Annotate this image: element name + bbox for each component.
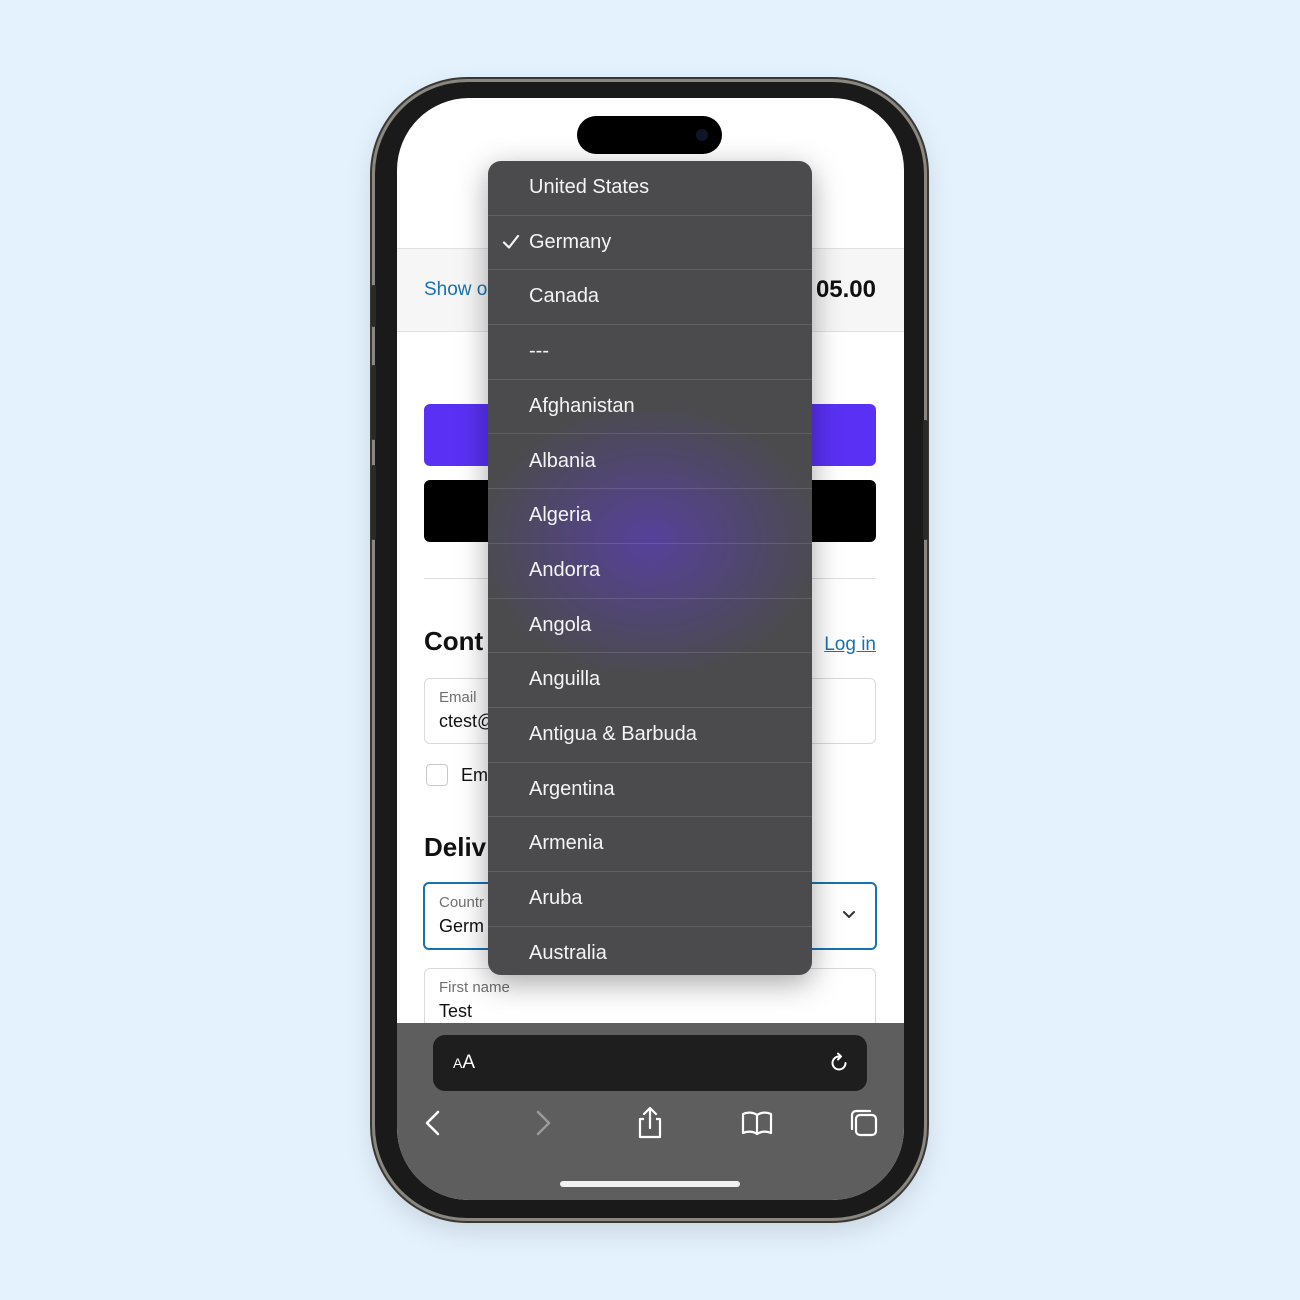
address-bar[interactable]: AA xyxy=(433,1035,867,1091)
picker-option-label: Afghanistan xyxy=(529,394,635,417)
picker-option-label: Antigua & Barbuda xyxy=(529,723,697,745)
picker-option[interactable]: United States xyxy=(488,161,812,216)
picker-option[interactable]: Aruba xyxy=(488,872,812,927)
picker-option-label: Germany xyxy=(529,230,612,253)
picker-option[interactable]: Algeria xyxy=(488,489,812,544)
show-order-summary-link[interactable]: Show o xyxy=(424,279,487,301)
reader-options-button[interactable]: AA xyxy=(453,1052,475,1074)
back-icon[interactable] xyxy=(417,1106,451,1140)
picker-option[interactable]: --- xyxy=(488,325,812,380)
picker-option-label: Australia xyxy=(529,941,607,964)
tabs-icon[interactable] xyxy=(847,1106,881,1140)
picker-option-label: Angola xyxy=(529,613,592,636)
contact-heading: Cont xyxy=(424,626,484,656)
picker-option-label: Andorra xyxy=(529,558,601,581)
newsletter-checkbox[interactable] xyxy=(426,764,448,786)
picker-option[interactable]: Albania xyxy=(488,435,812,490)
picker-option[interactable]: Canada xyxy=(488,270,812,326)
picker-option-label: Armenia xyxy=(529,832,604,855)
picker-option-label: Canada xyxy=(529,285,600,308)
country-label: Countr xyxy=(439,894,485,911)
picker-option[interactable]: Germany xyxy=(488,216,812,271)
aa-large: A xyxy=(462,1052,476,1073)
action-button xyxy=(371,285,376,327)
reload-icon[interactable] xyxy=(827,1051,851,1075)
picker-option-label: United States xyxy=(529,176,650,198)
picker-option[interactable]: Australia xyxy=(488,927,812,975)
bookmarks-icon[interactable] xyxy=(740,1106,774,1140)
country-picker-menu[interactable]: United States Germany Canada --- Afghanistan… xyxy=(488,161,812,975)
picker-option[interactable]: Anguilla xyxy=(488,653,812,708)
country-value: Germ xyxy=(439,916,484,936)
browser-toolbar: AA xyxy=(397,1023,904,1200)
first-name-value: Test xyxy=(439,1001,473,1021)
email-label: Email xyxy=(439,689,477,706)
aa-small: A xyxy=(453,1055,463,1071)
camera-icon xyxy=(696,129,708,141)
picker-option[interactable]: Angola xyxy=(488,599,812,654)
first-name-label: First name xyxy=(439,979,510,996)
share-icon[interactable] xyxy=(633,1106,667,1140)
chevron-down-icon xyxy=(843,911,855,918)
picker-option-label: Albania xyxy=(529,449,596,472)
order-total: 05.00 xyxy=(815,276,876,303)
picker-option-label: Anguilla xyxy=(529,668,601,691)
login-link[interactable]: Log in xyxy=(824,634,876,656)
checkmark-icon xyxy=(502,234,520,249)
email-value: ctest@ xyxy=(439,711,496,731)
volume-down-button xyxy=(371,465,376,540)
picker-option-label: Aruba xyxy=(529,887,583,910)
power-button xyxy=(923,420,928,540)
delivery-heading: Deliv xyxy=(424,832,487,862)
picker-option[interactable]: Armenia xyxy=(488,817,812,873)
newsletter-label: Em xyxy=(461,765,488,785)
picker-option[interactable]: Andorra xyxy=(488,544,812,599)
picker-option-label: --- xyxy=(529,340,549,363)
forward-icon[interactable] xyxy=(525,1106,559,1140)
dynamic-island xyxy=(577,116,722,154)
volume-up-button xyxy=(371,365,376,440)
picker-option[interactable]: Afghanistan xyxy=(488,380,812,435)
picker-option[interactable]: Argentina xyxy=(488,763,812,818)
home-indicator xyxy=(560,1181,740,1187)
picker-option-label: Argentina xyxy=(529,777,615,800)
picker-option-label: Algeria xyxy=(529,504,592,527)
picker-option[interactable]: Antigua & Barbuda xyxy=(488,708,812,763)
